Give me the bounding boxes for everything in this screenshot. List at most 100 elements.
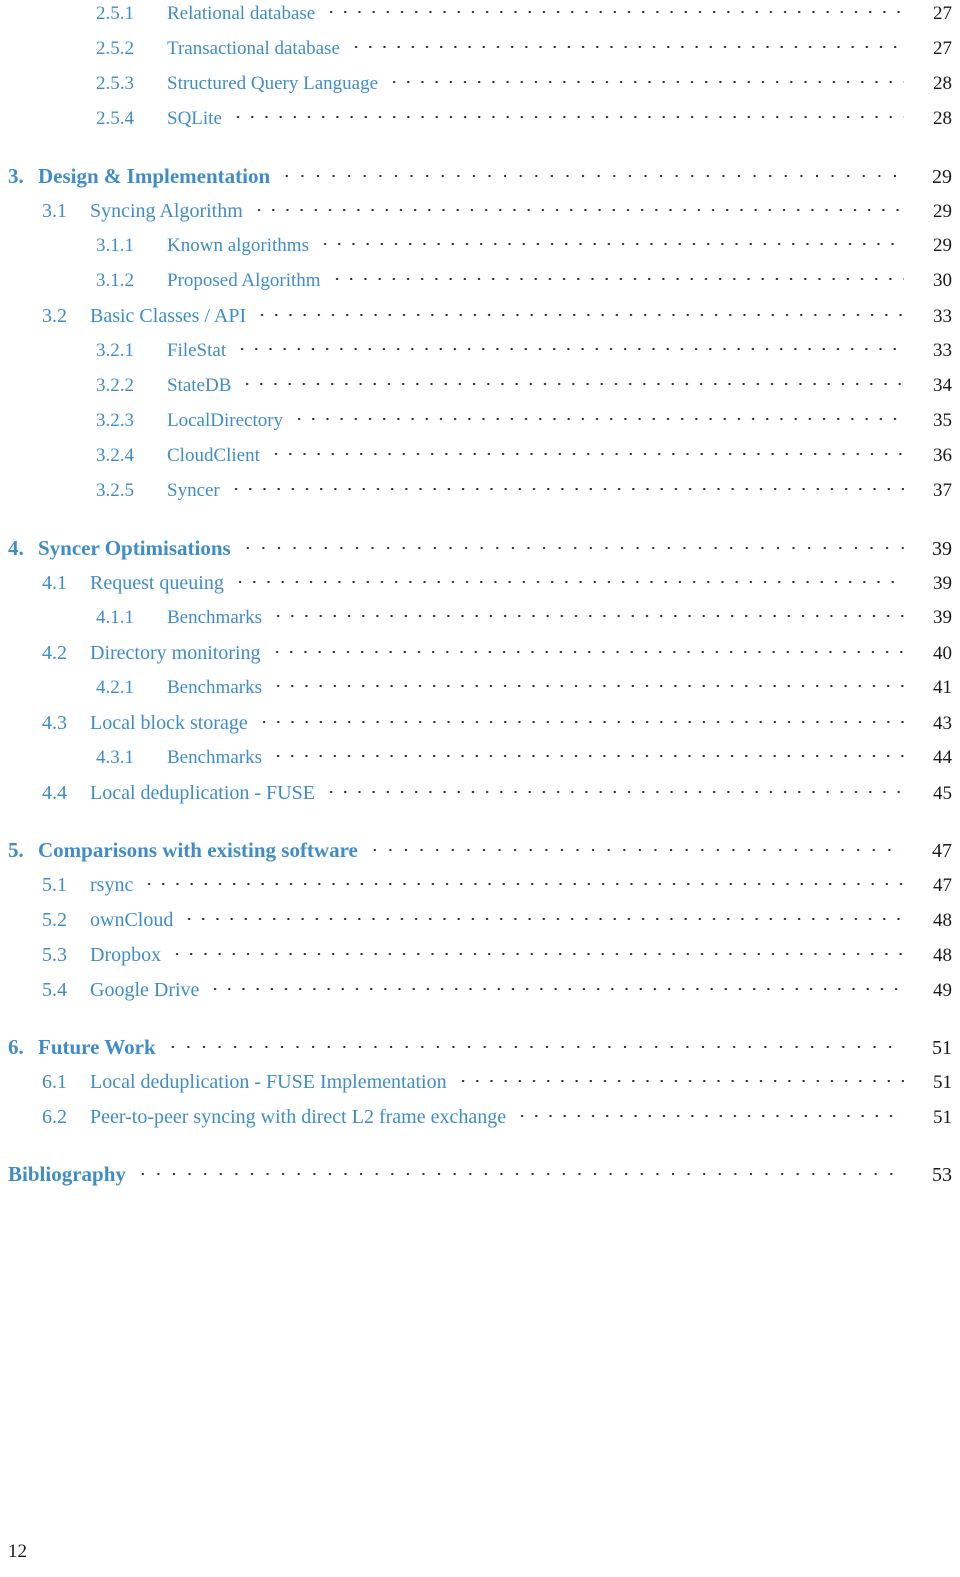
table-of-contents: 2.5.1 Relational database 27 2.5.2 Transacti… (0, 0, 960, 1195)
toc-entry-number: 4.3 (42, 712, 67, 734)
toc-entry[interactable]: 3.2.1 FileStat 33 (0, 337, 960, 372)
toc-dot-leader (455, 1068, 904, 1088)
toc-entry-page-number: 51 (933, 1107, 952, 1128)
toc-entry-page-number: 48 (933, 910, 952, 931)
toc-entry-number: 5.2 (42, 909, 67, 931)
toc-entry-label[interactable]: Known algorithms (167, 235, 318, 257)
toc-entry[interactable]: 6.1 Local deduplication - FUSE Implementa… (0, 1068, 960, 1103)
toc-entry-label[interactable]: SQLite (167, 108, 231, 130)
toc-entry[interactable]: 4.2 Directory monitoring 40 (0, 639, 960, 674)
toc-entry-label[interactable]: Basic Classes / API (90, 305, 255, 328)
toc-entry-label[interactable]: Syncer (167, 480, 229, 502)
toc-entry-label[interactable]: Syncing Algorithm (90, 200, 252, 223)
toc-entry-label[interactable]: Comparisons with existing software (38, 838, 367, 863)
toc-dot-leader (164, 1033, 904, 1054)
toc-entry[interactable]: 3.2.5 Syncer 37 (0, 477, 960, 512)
toc-dot-leader (230, 105, 904, 124)
toc-entry-label[interactable]: Transactional database (167, 38, 349, 60)
toc-entry[interactable]: 2.5.1 Relational database 27 (0, 0, 960, 35)
toc-dot-leader (251, 197, 904, 217)
toc-entry-label[interactable]: FileStat (167, 340, 235, 362)
toc-entry-label[interactable]: rsync (90, 874, 142, 897)
toc-entry-label[interactable]: Peer-to-peer syncing with direct L2 fram… (90, 1106, 515, 1129)
toc-entry[interactable]: 3.2.2 StateDB 34 (0, 372, 960, 407)
toc-entry[interactable]: 3.2.4 CloudClient 36 (0, 442, 960, 477)
toc-entry[interactable]: 4.3 Local block storage 43 (0, 709, 960, 744)
toc-entry-label[interactable]: Google Drive (90, 979, 208, 1002)
toc-entry-page-number: 33 (933, 306, 952, 327)
toc-entry-label[interactable]: Dropbox (90, 944, 170, 967)
toc-entry-number: 3.2.2 (96, 375, 134, 396)
toc-entry[interactable]: 3. Design & Implementation 29 (0, 162, 960, 197)
toc-entry-page-number: 49 (933, 980, 952, 1001)
toc-entry-number: 6.2 (42, 1106, 67, 1128)
toc-dot-leader (329, 267, 904, 286)
toc-entry-label[interactable]: Design & Implementation (38, 164, 279, 189)
toc-entry-number: 2.5.4 (96, 108, 134, 129)
toc-entry-page-number: 40 (933, 643, 952, 664)
toc-entry-label[interactable]: Request queuing (90, 572, 233, 595)
page-folio-number: 12 (8, 1541, 27, 1562)
toc-entry-label[interactable]: Relational database (167, 3, 324, 25)
toc-entry[interactable]: 2.5.3 Structured Query Language 28 (0, 70, 960, 105)
toc-entry-page-number: 29 (932, 166, 952, 188)
toc-dot-leader (270, 744, 904, 763)
toc-dot-leader (142, 871, 904, 891)
toc-entry-label[interactable]: LocalDirectory (167, 410, 292, 432)
toc-entry[interactable]: 2.5.2 Transactional database 27 (0, 35, 960, 70)
toc-entry[interactable]: 5.3 Dropbox 48 (0, 941, 960, 976)
toc-entry[interactable]: 5. Comparisons with existing software 47 (0, 836, 960, 871)
toc-entry-label[interactable]: Proposed Algorithm (167, 270, 330, 292)
toc-entry[interactable]: 5.1 rsync 47 (0, 871, 960, 906)
toc-entry-number: 3.2.3 (96, 410, 134, 431)
toc-entry-label[interactable]: Future Work (38, 1035, 165, 1060)
toc-entry-number: 6.1 (42, 1071, 67, 1093)
toc-entry-number: 3.2.1 (96, 340, 134, 361)
toc-entry[interactable]: 3.2 Basic Classes / API 33 (0, 302, 960, 337)
toc-entry[interactable]: 4.1 Request queuing 39 (0, 569, 960, 604)
toc-entry[interactable]: 4.3.1 Benchmarks 44 (0, 744, 960, 779)
toc-entry[interactable]: 5.4 Google Drive 49 (0, 976, 960, 1011)
toc-entry-label[interactable]: ownCloud (90, 909, 182, 932)
toc-entry-label[interactable]: Benchmarks (167, 747, 271, 769)
toc-entry[interactable]: 6. Future Work 51 (0, 1033, 960, 1068)
toc-entry-label[interactable]: Structured Query Language (167, 73, 387, 95)
toc-entry-number: 4.2 (42, 642, 67, 664)
toc-entry-label[interactable]: Directory monitoring (90, 642, 270, 665)
toc-dot-leader (317, 232, 904, 251)
toc-entry-page-number: 28 (933, 108, 952, 129)
toc-entry-page-number: 33 (933, 340, 952, 361)
toc-entry-number: 3.2.5 (96, 480, 134, 501)
toc-entry-label[interactable]: Benchmarks (167, 677, 271, 699)
toc-entry-page-number: 51 (932, 1037, 952, 1059)
toc-entry[interactable]: 4.2.1 Benchmarks 41 (0, 674, 960, 709)
toc-entry-label[interactable]: StateDB (167, 375, 240, 397)
toc-entry[interactable]: 4.4 Local deduplication - FUSE 45 (0, 779, 960, 814)
toc-entry[interactable]: Bibliography 53 (0, 1160, 960, 1195)
toc-entry-page-number: 36 (933, 445, 952, 466)
toc-entry-number: 4.1 (42, 572, 67, 594)
toc-entry-label[interactable]: Local deduplication - FUSE Implementatio… (90, 1071, 456, 1094)
toc-dot-leader (269, 639, 904, 659)
toc-entry[interactable]: 6.2 Peer-to-peer syncing with direct L2 f… (0, 1103, 960, 1138)
toc-entry-page-number: 47 (932, 840, 952, 862)
toc-entry[interactable]: 3.2.3 LocalDirectory 35 (0, 407, 960, 442)
toc-entry-number: 2.5.2 (96, 38, 134, 59)
toc-entry-label[interactable]: Bibliography (8, 1162, 135, 1187)
toc-entry[interactable]: 3.1.1 Known algorithms 29 (0, 232, 960, 267)
toc-entry-label[interactable]: Benchmarks (167, 607, 271, 629)
toc-entry[interactable]: 5.2 ownCloud 48 (0, 906, 960, 941)
toc-entry[interactable]: 4. Syncer Optimisations 39 (0, 534, 960, 569)
toc-entry[interactable]: 2.5.4 SQLite 28 (0, 105, 960, 140)
toc-entry-label[interactable]: CloudClient (167, 445, 269, 467)
toc-entry[interactable]: 3.1.2 Proposed Algorithm 30 (0, 267, 960, 302)
toc-dot-leader (324, 0, 904, 19)
toc-dot-leader (232, 569, 904, 589)
toc-entry-label[interactable]: Local block storage (90, 712, 257, 735)
toc-dot-leader (240, 372, 904, 391)
toc-entry-label[interactable]: Local deduplication - FUSE (90, 782, 324, 805)
toc-entry[interactable]: 4.1.1 Benchmarks 39 (0, 604, 960, 639)
toc-entry-label[interactable]: Syncer Optimisations (38, 536, 240, 561)
toc-entry[interactable]: 3.1 Syncing Algorithm 29 (0, 197, 960, 232)
toc-entry-page-number: 37 (933, 480, 952, 501)
